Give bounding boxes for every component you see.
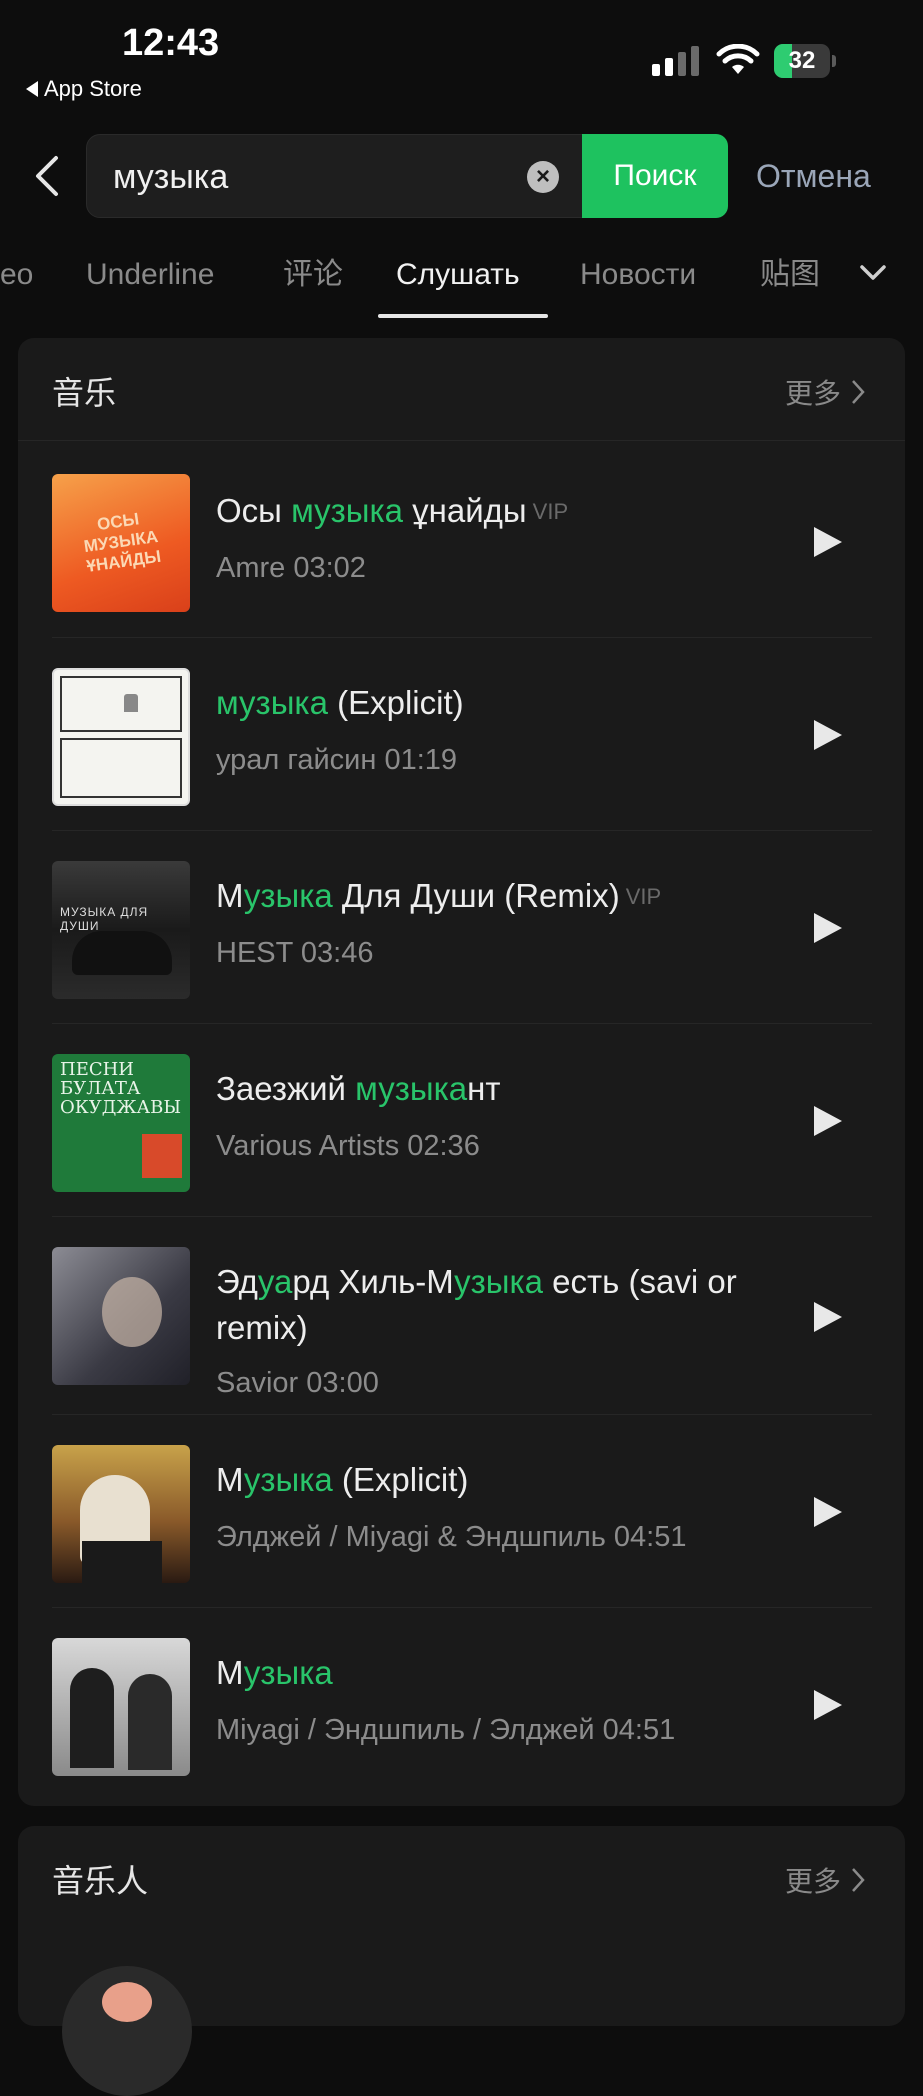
play-icon[interactable] — [814, 1106, 842, 1136]
song-row[interactable]: Музыка (Explicit) Элджей / Miyagi & Эндш… — [18, 1415, 905, 1608]
artist-avatar[interactable] — [62, 1966, 192, 2096]
song-row[interactable]: ОСЫ МУЗЫКА ҰНАЙДЫ Осы музыка ұнайды VIP A… — [18, 446, 905, 638]
category-tabs: eo Underline 评论 Слушать Новости 贴图 — [0, 250, 923, 320]
battery-percent: 32 — [788, 47, 816, 74]
album-cover — [52, 1638, 190, 1776]
clear-icon[interactable]: × — [527, 161, 559, 193]
song-title: Осы музыка ұнайды VIP — [216, 492, 569, 529]
more-link[interactable]: 更多 — [785, 372, 865, 412]
section-title: 音乐人 — [52, 1863, 149, 1899]
back-triangle-icon — [26, 81, 38, 97]
vip-badge: VIP — [625, 884, 662, 909]
song-title: Музыка — [216, 1654, 333, 1691]
artists-section: 音乐人 更多 — [18, 1826, 905, 2096]
more-label: 更多 — [784, 378, 841, 409]
chevron-right-icon — [852, 380, 865, 404]
album-cover: ОСЫ МУЗЫКА ҰНАЙДЫ — [52, 474, 190, 612]
play-icon[interactable] — [814, 720, 842, 750]
active-tab-indicator — [378, 314, 548, 318]
back-app-label: App Store — [44, 76, 142, 101]
music-section: 音乐 更多 ОСЫ МУЗЫКА ҰНАЙДЫ Осы музыка ұнайд… — [18, 338, 905, 1806]
song-meta: Miyagi / Эндшпиль / Элджей 04:51 — [216, 1714, 676, 1746]
song-meta: HEST 03:46 — [216, 937, 374, 969]
tab-stickers[interactable]: 贴图 — [760, 250, 820, 320]
album-cover — [52, 668, 190, 806]
cellular-signal-icon — [652, 46, 699, 76]
song-row[interactable]: ПЕСНИ БУЛАТА ОКУДЖАВЫ Заезжий музыкант V… — [18, 1024, 905, 1217]
song-title: Музыка (Explicit) — [216, 1461, 469, 1498]
song-meta: Various Artists 02:36 — [216, 1130, 480, 1162]
album-cover — [52, 1445, 190, 1583]
song-title: Эдуард Хиль-Музыка есть (savi or remix) — [216, 1263, 737, 1346]
song-row[interactable]: МУЗЫКА ДЛЯ ДУШИ Музыка Для Души (Remix) V… — [18, 831, 905, 1024]
tab-underline[interactable]: Underline — [86, 250, 214, 320]
play-icon[interactable] — [814, 913, 842, 943]
song-row[interactable]: Музыка Miyagi / Эндшпиль / Элджей 04:51 — [18, 1608, 905, 1801]
play-icon[interactable] — [814, 527, 842, 557]
play-icon[interactable] — [814, 1302, 842, 1332]
back-to-app-store[interactable]: App Store — [26, 76, 142, 102]
song-meta: Элджей / Miyagi & Эндшпиль 04:51 — [216, 1521, 687, 1553]
more-link[interactable]: 更多 — [785, 1860, 865, 1900]
song-row[interactable]: музыка (Explicit) урал гайсин 01:19 — [18, 638, 905, 831]
status-time: 12:43 — [122, 22, 220, 64]
battery-indicator: 32 — [774, 44, 836, 78]
play-icon[interactable] — [814, 1690, 842, 1720]
song-meta: урал гайсин 01:19 — [216, 744, 458, 776]
tab-listen[interactable]: Слушать — [396, 250, 520, 320]
play-icon[interactable] — [814, 1497, 842, 1527]
tab-news[interactable]: Новости — [580, 250, 696, 320]
cover-text: ПЕСНИ БУЛАТА ОКУДЖАВЫ — [60, 1059, 182, 1118]
song-title: музыка (Explicit) — [216, 684, 464, 721]
song-meta: Amre 03:02 — [216, 552, 366, 584]
album-cover: МУЗЫКА ДЛЯ ДУШИ — [52, 861, 190, 999]
chevron-right-icon — [852, 1868, 865, 1892]
album-cover — [52, 1247, 190, 1385]
search-bar: музыка × Поиск Отмена — [0, 128, 923, 224]
song-meta: Savior 03:00 — [216, 1367, 379, 1399]
cancel-button[interactable]: Отмена — [756, 134, 871, 218]
tab-video[interactable]: eo — [0, 250, 33, 320]
song-title: Заезжий музыкант — [216, 1070, 501, 1107]
search-input[interactable]: музыка — [113, 135, 228, 219]
tab-comments[interactable]: 评论 — [283, 250, 343, 320]
chevron-down-icon[interactable] — [858, 258, 888, 288]
section-title: 音乐 — [52, 375, 117, 411]
song-title: Музыка Для Души (Remix) VIP — [216, 877, 662, 914]
vip-badge: VIP — [532, 499, 569, 524]
cover-text: ОСЫ МУЗЫКА ҰНАЙДЫ — [82, 509, 163, 576]
wifi-icon — [716, 44, 760, 74]
album-cover: ПЕСНИ БУЛАТА ОКУДЖАВЫ — [52, 1054, 190, 1192]
search-button[interactable]: Поиск — [582, 134, 728, 218]
song-row[interactable]: Эдуард Хиль-Музыка есть (savi or remix) … — [18, 1217, 905, 1415]
status-bar: 12:43 App Store 32 — [0, 0, 923, 110]
back-chevron-icon[interactable] — [30, 154, 66, 198]
more-label: 更多 — [784, 1866, 841, 1897]
